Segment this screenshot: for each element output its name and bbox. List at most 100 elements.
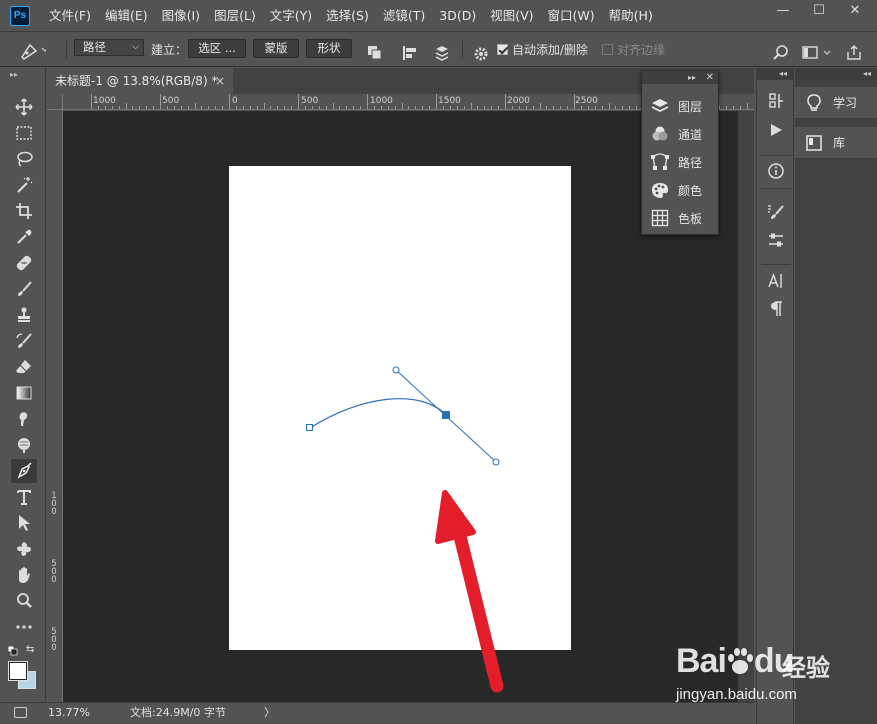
ruler-tick bbox=[373, 106, 375, 109]
path-arrangement-icon[interactable] bbox=[433, 41, 451, 61]
search-icon[interactable] bbox=[772, 41, 790, 60]
healing-brush-tool-icon[interactable] bbox=[11, 251, 37, 275]
brush-settings-icon[interactable] bbox=[765, 201, 787, 223]
lightbulb-icon bbox=[795, 93, 833, 113]
ruler-tick bbox=[491, 106, 493, 109]
dodge-tool-icon[interactable] bbox=[11, 433, 37, 457]
history-brush-tool-icon[interactable] bbox=[11, 329, 37, 353]
zoom-level[interactable]: 13.77% bbox=[48, 703, 90, 723]
mask-button[interactable]: 蒙版 bbox=[253, 39, 299, 58]
swap-colors-icon[interactable]: ⇆ bbox=[26, 644, 34, 655]
panel-libraries[interactable]: 库 bbox=[795, 127, 877, 159]
ruler-tick bbox=[97, 106, 99, 109]
vertical-scrollbar[interactable] bbox=[738, 111, 754, 702]
close-tab-icon[interactable]: × bbox=[215, 68, 225, 94]
ruler-tick bbox=[746, 103, 748, 109]
hand-tool-icon[interactable] bbox=[11, 563, 37, 587]
auto-add-delete-option[interactable]: 自动添加/删除 bbox=[497, 33, 588, 67]
default-colors-icon[interactable] bbox=[7, 645, 18, 656]
panel-learn[interactable]: 学习 bbox=[795, 87, 877, 119]
ruler-label: 0 bbox=[51, 575, 57, 585]
selection-button[interactable]: 选区 ... bbox=[188, 39, 246, 58]
auto-add-delete-label: 自动添加/删除 bbox=[512, 43, 589, 57]
zoom-tool-icon[interactable] bbox=[11, 589, 37, 613]
ruler-tick bbox=[325, 106, 327, 109]
menu-image[interactable]: 图像(I) bbox=[155, 0, 207, 32]
custom-shape-tool-icon[interactable] bbox=[11, 537, 37, 561]
menu-filter[interactable]: 滤镜(T) bbox=[376, 0, 432, 32]
menu-edit[interactable]: 编辑(E) bbox=[98, 0, 155, 32]
workspace-icon[interactable] bbox=[802, 41, 836, 59]
mode-select[interactable]: 路径 ⌵ bbox=[74, 39, 144, 56]
ruler-tick bbox=[436, 94, 437, 109]
menu-select[interactable]: 选择(S) bbox=[319, 0, 376, 32]
panel-color[interactable]: 颜色 bbox=[642, 176, 720, 204]
share-icon[interactable] bbox=[845, 41, 863, 60]
maximize-button[interactable]: ☐ bbox=[803, 0, 835, 24]
ruler-tick bbox=[394, 106, 396, 109]
status-bar-icon[interactable] bbox=[14, 707, 27, 718]
brush-tool-icon[interactable] bbox=[11, 277, 37, 301]
info-icon[interactable] bbox=[765, 160, 787, 182]
collapse-panel-icon[interactable]: ◂◂ bbox=[863, 68, 871, 80]
paragraph-icon[interactable] bbox=[765, 298, 787, 320]
gear-icon[interactable] bbox=[473, 41, 489, 61]
document-canvas[interactable] bbox=[229, 166, 571, 650]
ruler-tick bbox=[470, 103, 472, 109]
type-tool-icon[interactable] bbox=[11, 485, 37, 509]
menu-type[interactable]: 文字(Y) bbox=[263, 0, 319, 32]
close-button[interactable]: ✕ bbox=[839, 0, 871, 24]
shape-button[interactable]: 形状 bbox=[306, 39, 352, 58]
menu-window[interactable]: 窗口(W) bbox=[541, 0, 602, 32]
eraser-tool-icon[interactable] bbox=[11, 355, 37, 379]
menu-help[interactable]: 帮助(H) bbox=[602, 0, 660, 32]
menu-3d[interactable]: 3D(D) bbox=[432, 0, 483, 32]
adjustments-sliders-icon[interactable] bbox=[765, 229, 787, 251]
path-operations-icon[interactable] bbox=[366, 41, 384, 60]
floating-panel-header[interactable]: ▸▸ ✕ bbox=[642, 71, 718, 84]
align-edges-option[interactable]: 对齐边缘 bbox=[602, 33, 665, 67]
ruler-tick bbox=[511, 106, 513, 109]
document-tab[interactable]: 未标题-1 @ 13.8%(RGB/8) * × bbox=[47, 68, 233, 94]
clone-stamp-tool-icon[interactable] bbox=[11, 303, 37, 327]
minimize-button[interactable]: — bbox=[767, 0, 799, 24]
more-tools-icon[interactable] bbox=[11, 615, 37, 639]
eyedropper-tool-icon[interactable] bbox=[11, 225, 37, 249]
lasso-tool-icon[interactable] bbox=[11, 147, 37, 171]
collapse-toolbar-icon[interactable]: ▸▸ bbox=[10, 70, 18, 79]
character-icon[interactable] bbox=[765, 270, 787, 292]
path-alignment-icon[interactable] bbox=[401, 41, 419, 60]
move-tool-icon[interactable] bbox=[11, 95, 37, 119]
collapse-panel-icon[interactable]: ▸▸ bbox=[688, 71, 696, 84]
foreground-color-swatch[interactable] bbox=[8, 661, 28, 681]
actions-play-icon[interactable] bbox=[765, 119, 787, 141]
ruler-tick bbox=[249, 106, 251, 109]
magic-wand-tool-icon[interactable] bbox=[11, 173, 37, 197]
pen-tool-preset[interactable] bbox=[12, 33, 49, 67]
status-menu-arrow[interactable]: 〉 bbox=[264, 703, 275, 723]
ruler-tick bbox=[311, 106, 313, 109]
auto-add-delete-checkbox[interactable] bbox=[497, 44, 508, 55]
tools-panel: ▸▸ ⇆ bbox=[0, 68, 46, 702]
menu-layer[interactable]: 图层(L) bbox=[207, 0, 263, 32]
crop-tool-icon[interactable] bbox=[11, 199, 37, 223]
panel-swatches[interactable]: 色板 bbox=[642, 204, 720, 232]
pen-tool-icon[interactable] bbox=[11, 459, 37, 483]
history-icon[interactable] bbox=[765, 90, 787, 112]
path-selection-tool-icon[interactable] bbox=[11, 511, 37, 535]
marquee-tool-icon[interactable] bbox=[11, 121, 37, 145]
ruler-tick bbox=[235, 106, 237, 109]
panel-paths[interactable]: 路径 bbox=[642, 148, 720, 176]
collapse-dock-icon[interactable]: ◂◂ bbox=[779, 68, 787, 80]
close-panel-icon[interactable]: ✕ bbox=[706, 71, 714, 84]
smudge-tool-icon[interactable] bbox=[11, 407, 37, 431]
ruler-label: 0 bbox=[232, 96, 238, 106]
panel-layers[interactable]: 图层 bbox=[642, 92, 720, 120]
ruler-tick bbox=[284, 106, 286, 109]
gradient-tool-icon[interactable] bbox=[11, 381, 37, 405]
panel-channels[interactable]: 通道 bbox=[642, 120, 720, 148]
menu-view[interactable]: 视图(V) bbox=[483, 0, 540, 32]
align-edges-checkbox[interactable] bbox=[602, 44, 613, 55]
menu-file[interactable]: 文件(F) bbox=[42, 0, 98, 32]
ruler-tick bbox=[146, 106, 148, 109]
